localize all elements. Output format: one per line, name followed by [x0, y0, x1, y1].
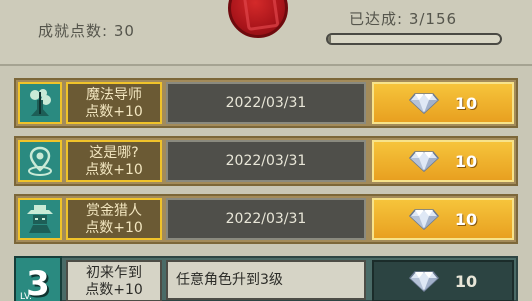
- header: 成就点数: 30 已达成: 3/156: [0, 0, 532, 66]
- achievement-points: 点数+10: [85, 162, 143, 178]
- diamond-icon: [408, 271, 439, 292]
- reward-button[interactable]: 10: [372, 82, 514, 124]
- diamond-icon: [408, 93, 439, 114]
- reward-amount: 10: [454, 151, 478, 171]
- progress-bar-fill: [328, 35, 332, 43]
- bounty-hunter-icon: [18, 198, 62, 240]
- progress-label: 已达成: 3/156: [349, 10, 458, 28]
- achievement-row[interactable]: 这是哪? 点数+10 2022/03/31 10: [14, 136, 518, 186]
- achievement-date: 2022/03/31: [166, 82, 366, 124]
- achievement-row[interactable]: 魔法导师 点数+10 2022/03/31 10: [14, 78, 518, 128]
- reward-button[interactable]: 10: [372, 140, 514, 182]
- reward-button[interactable]: 10: [372, 260, 514, 301]
- achievement-row[interactable]: 赏金猎人 点数+10 2022/03/31 10: [14, 194, 518, 244]
- achievement-name: 魔法导师: [86, 87, 142, 103]
- level-badge: 3 LV.: [14, 256, 62, 301]
- achievement-title: 魔法导师 点数+10: [66, 82, 162, 124]
- achievement-name: 赏金猎人: [86, 203, 142, 219]
- achievement-points-label: 成就点数: 30: [38, 22, 135, 40]
- achievement-date: 2022/03/31: [166, 198, 366, 240]
- achievement-date: 2022/03/31: [166, 140, 366, 182]
- achievement-name: 这是哪?: [89, 145, 139, 161]
- progress-bar: [326, 33, 502, 45]
- diamond-icon: [408, 151, 439, 172]
- achievement-title: 这是哪? 点数+10: [66, 140, 162, 182]
- achievement-points: 点数+10: [85, 220, 143, 236]
- achievement-row-locked[interactable]: 3 LV. 初来乍到 点数+10 任意角色升到3级 10: [14, 256, 518, 301]
- reward-button[interactable]: 10: [372, 198, 514, 240]
- achievement-description: 任意角色升到3级: [166, 260, 366, 300]
- reward-amount: 10: [454, 93, 478, 113]
- achievement-points: 点数+10: [85, 104, 143, 120]
- mage-icon: [18, 82, 62, 124]
- diamond-icon: [408, 209, 439, 230]
- location-pin-icon: [18, 140, 62, 182]
- reward-amount: 10: [454, 209, 478, 229]
- achievement-points: 点数+10: [85, 282, 143, 298]
- wax-seal-emblem: [228, 0, 288, 38]
- achievement-title: 赏金猎人 点数+10: [66, 198, 162, 240]
- level-tag: LV.: [20, 292, 32, 301]
- reward-amount: 10: [454, 271, 478, 291]
- achievement-name: 初来乍到: [86, 265, 142, 281]
- achievement-title: 初来乍到 点数+10: [66, 260, 162, 301]
